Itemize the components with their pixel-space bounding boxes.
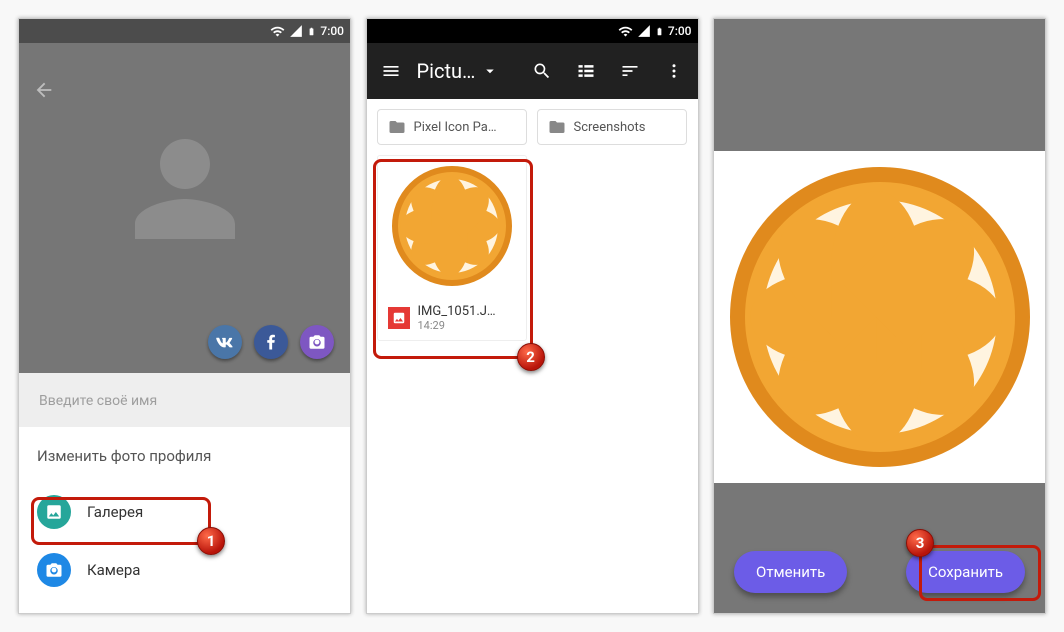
overflow-icon[interactable] (654, 51, 694, 91)
folder-pixel-icon-pack[interactable]: Pixel Icon Pa… (377, 109, 527, 145)
gallery-option[interactable]: Галерея (37, 483, 332, 541)
cancel-button[interactable]: Отменить (734, 551, 847, 593)
folder-screenshots[interactable]: Screenshots (537, 109, 687, 145)
step-badge-1: 1 (197, 527, 225, 555)
search-icon[interactable] (522, 51, 562, 91)
file-img-1051[interactable]: IMG_1051.J… 14:29 (377, 155, 527, 341)
camera-option[interactable]: Камера (37, 541, 332, 599)
folder-label: Screenshots (574, 120, 646, 135)
folder-icon (388, 118, 406, 136)
picker-title-dropdown[interactable]: Pictu… (415, 59, 502, 83)
gallery-label: Галерея (87, 503, 143, 521)
status-bar: 7:00 (367, 19, 698, 43)
vk-button[interactable] (208, 325, 242, 359)
avatar-placeholder-icon (125, 129, 245, 249)
hamburger-icon[interactable] (371, 51, 411, 91)
picker-content: Pixel Icon Pa… Screenshots (367, 99, 698, 351)
picker-toolbar: Pictu… (367, 43, 698, 99)
signal-icon (289, 24, 303, 38)
cancel-label: Отменить (756, 563, 825, 581)
image-file-icon (388, 307, 410, 329)
folder-icon (548, 118, 566, 136)
status-bar: 7:00 (19, 19, 350, 43)
file-name: IMG_1051.J… (418, 304, 496, 319)
file-thumbnail (378, 156, 526, 296)
phone-3-crop: Отменить Сохранить 3 (713, 18, 1046, 614)
phone-2-picker: 7:00 Pictu… Pixel Icon Pa… Scree (366, 18, 699, 614)
file-meta: IMG_1051.J… 14:29 (378, 296, 526, 340)
signal-icon (637, 24, 651, 38)
file-time: 14:29 (418, 319, 496, 332)
gallery-icon (37, 495, 71, 529)
crop-preview[interactable] (714, 151, 1045, 483)
phone-1-profile: 7:00 Введите своё имя Изменить фото проф… (18, 18, 351, 614)
camera-button[interactable] (300, 325, 334, 359)
camera-icon (37, 553, 71, 587)
name-input[interactable]: Введите своё имя (19, 373, 350, 429)
picker-title-text: Pictu… (417, 59, 476, 83)
camera-label: Камера (87, 561, 140, 579)
name-input-placeholder: Введите своё имя (39, 393, 157, 409)
grid-view-icon[interactable] (566, 51, 606, 91)
change-photo-sheet: Изменить фото профиля Галерея Камера (19, 427, 350, 613)
social-buttons (208, 325, 334, 359)
folder-label: Pixel Icon Pa… (414, 120, 497, 135)
wifi-icon (270, 24, 285, 39)
chevron-down-icon (481, 62, 499, 80)
facebook-button[interactable] (254, 325, 288, 359)
back-button[interactable] (33, 79, 55, 105)
battery-icon (655, 24, 664, 39)
sheet-title: Изменить фото профиля (37, 447, 332, 465)
status-time: 7:00 (320, 24, 344, 38)
crop-actions: Отменить Сохранить (714, 551, 1045, 593)
wifi-icon (618, 24, 633, 39)
step-badge-3: 3 (906, 529, 934, 557)
profile-header (19, 43, 350, 373)
sort-icon[interactable] (610, 51, 650, 91)
save-label: Сохранить (928, 563, 1003, 581)
battery-icon (307, 24, 316, 39)
status-time: 7:00 (668, 24, 692, 38)
step-badge-2: 2 (517, 343, 545, 371)
save-button[interactable]: Сохранить (906, 551, 1025, 593)
